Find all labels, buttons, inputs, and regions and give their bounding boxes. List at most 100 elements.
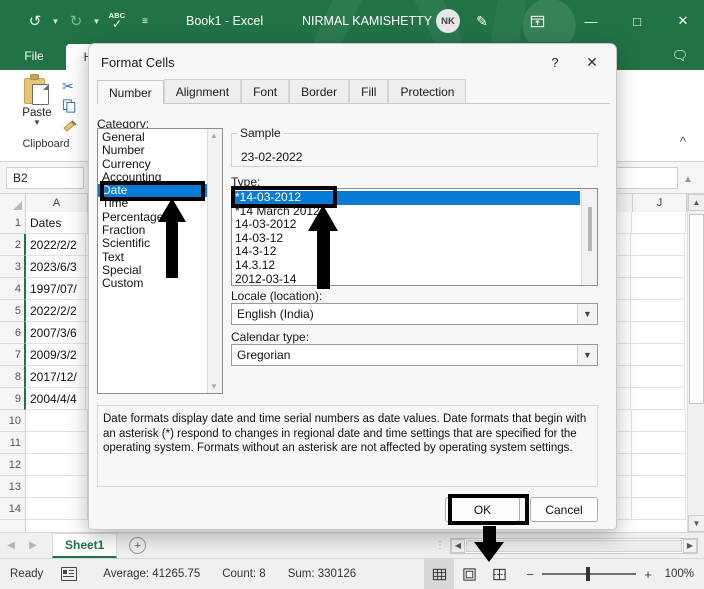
row-header[interactable]: 14 [0,498,25,520]
type-item[interactable]: 14-03-2012 [232,218,597,232]
name-box[interactable]: B2 [6,166,84,189]
status-sum[interactable]: Sum: 330126 [288,568,356,580]
close-icon[interactable]: ✕ [660,0,704,42]
category-item[interactable]: General [98,130,209,144]
row-header[interactable]: 13 [0,476,25,498]
scroll-down-icon[interactable]: ▼ [210,382,218,391]
chevron-down-icon[interactable]: ▼ [577,304,597,324]
cell-a6[interactable]: 2007/3/6 [24,322,86,344]
row-header[interactable]: 11 [0,432,25,454]
locale-combobox[interactable]: English (India) ▼ [231,303,598,325]
type-item[interactable]: 14.3.12 [232,258,597,273]
cell-a4[interactable]: 1997/07/ [24,278,86,300]
cell-a12[interactable] [26,454,88,476]
type-item[interactable]: 2012-03-14 [232,272,597,285]
cell-j14[interactable] [632,498,686,520]
vertical-scrollbar[interactable]: ▲ ▼ [687,194,704,532]
paste-button[interactable]: Paste ▼ [10,74,64,127]
cell-a13[interactable] [26,476,88,498]
sheet-tab-sheet1[interactable]: Sheet1 [52,533,118,558]
cell-j4[interactable] [631,278,685,300]
type-item[interactable]: 14-03-12 [232,231,597,246]
cell-a10[interactable] [26,410,88,432]
scroll-left-icon[interactable]: ◀ [451,538,465,553]
tab-font[interactable]: Font [241,79,290,103]
chevron-down-icon[interactable]: ▼ [577,345,597,365]
record-macro-icon[interactable] [61,567,78,581]
category-item[interactable]: Text [98,250,209,264]
row-header[interactable]: 5 [0,300,25,322]
category-item[interactable]: Percentage [98,210,209,224]
type-item[interactable]: 14-3-12 [232,245,597,259]
category-item[interactable]: Special [98,263,209,277]
cell-j5[interactable] [631,300,685,322]
vertical-scrollbar-thumb[interactable] [689,214,704,404]
row-header[interactable]: 10 [0,410,25,432]
row-header[interactable]: 2 [0,234,25,256]
close-icon[interactable]: ✕ [580,51,604,73]
account-name[interactable]: NIRMAL KAMISHETTY [302,0,432,42]
row-header[interactable]: 8 [0,366,25,388]
redo-dropdown-icon[interactable]: ▼ [91,17,102,26]
row-header[interactable]: 12 [0,454,25,476]
cell-j7[interactable] [631,344,685,366]
expand-formula-bar-icon[interactable]: ▲ [680,172,696,186]
cell-a9[interactable]: 2004/4/4 [24,388,86,410]
cell-j8[interactable] [631,366,685,388]
zoom-slider[interactable]: − + [522,567,656,582]
row-header[interactable]: 6 [0,322,25,344]
redo-icon[interactable]: ↻ [63,8,89,34]
cell-j3[interactable] [631,256,685,278]
status-average[interactable]: Average: 41265.75 [103,568,200,580]
zoom-in-icon[interactable]: + [640,567,656,582]
cell-a2[interactable]: 2022/2/2 [24,234,86,256]
coauthoring-icon[interactable]: ✎ [470,9,494,33]
category-item[interactable]: Custom [98,276,209,290]
cell-j6[interactable] [631,322,685,344]
undo-icon[interactable]: ↺ [22,8,48,34]
page-layout-view-icon[interactable] [454,559,484,589]
scroll-up-icon[interactable]: ▲ [688,194,704,211]
cell-j10[interactable] [632,410,686,432]
cell-a1[interactable]: Dates [26,212,88,234]
cell-j2[interactable] [631,234,685,256]
zoom-out-icon[interactable]: − [522,567,538,582]
calendar-combobox[interactable]: Gregorian ▼ [231,344,598,366]
scroll-right-icon[interactable]: ▶ [683,538,697,553]
cell-a5[interactable]: 2022/2/2 [24,300,86,322]
ribbon-display-options-icon[interactable] [525,9,549,33]
zoom-thumb[interactable] [586,567,590,581]
row-header[interactable]: 1 [0,212,25,234]
page-break-preview-icon[interactable] [484,559,514,589]
category-item[interactable]: Currency [98,157,209,171]
column-header-j[interactable]: J [633,194,687,212]
tab-alignment[interactable]: Alignment [163,79,242,103]
add-sheet-icon[interactable]: + [129,537,147,554]
collapse-ribbon-icon[interactable]: ^ [672,132,694,150]
zoom-track[interactable] [542,567,636,581]
cell-a8[interactable]: 2017/12/ [24,366,86,388]
cell-j12[interactable] [632,454,686,476]
cell-a3[interactable]: 2023/6/3 [24,256,86,278]
row-header[interactable]: 3 [0,256,25,278]
category-scrollbar[interactable]: ▲ ▼ [207,129,222,393]
paste-dropdown-icon[interactable]: ▼ [10,119,64,127]
type-scrollbar-thumb[interactable] [588,207,592,251]
cell-j11[interactable] [632,432,686,454]
cell-j1[interactable] [632,212,686,234]
normal-view-icon[interactable] [424,559,454,589]
customize-quick-access-icon[interactable]: ≡ [132,8,158,34]
cancel-button[interactable]: Cancel [530,497,598,522]
tab-fill[interactable]: Fill [349,79,389,103]
spellcheck-icon[interactable]: ABC ✓ [104,8,130,34]
column-header-a[interactable]: A [26,194,88,212]
category-item[interactable]: Scientific [98,237,209,251]
cell-j13[interactable] [632,476,686,498]
cell-a7[interactable]: 2009/3/2 [24,344,86,366]
tab-file[interactable]: File [10,42,58,70]
previous-sheet-icon[interactable]: ◀ [0,540,22,551]
undo-dropdown-icon[interactable]: ▼ [50,17,61,26]
comment-icon[interactable]: 🗨 [670,47,690,65]
category-item[interactable]: Number [98,143,209,157]
row-header[interactable]: 4 [0,278,25,300]
